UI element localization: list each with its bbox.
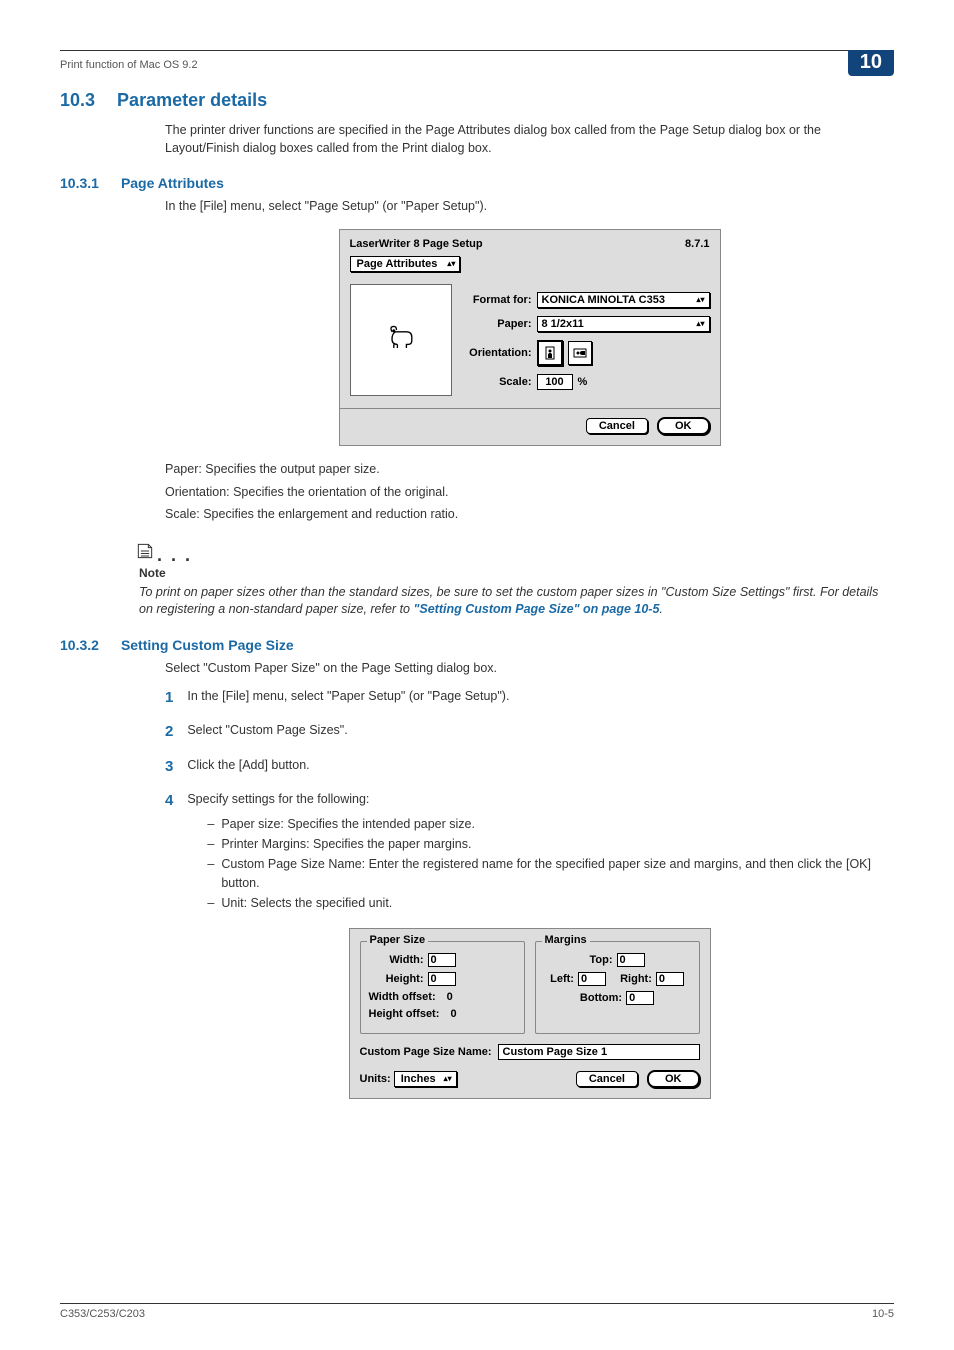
paper-select[interactable]: 8 1/2x11 ▴▾ (537, 316, 710, 332)
list-item: Printer Margins: Specifies the paper mar… (207, 835, 894, 853)
right-label: Right: (620, 973, 652, 985)
page-preview (350, 284, 452, 396)
step-text: Click the [Add] button. (187, 756, 894, 779)
dialog-version: 8.7.1 (685, 238, 709, 250)
height-input[interactable]: 0 (428, 972, 456, 986)
units-value: Inches (401, 1073, 436, 1085)
width-offset-value: 0 (447, 991, 453, 1003)
landscape-icon (573, 346, 587, 360)
chevron-updown-icon: ▴▾ (696, 296, 704, 304)
papersize-legend: Paper Size (367, 934, 429, 946)
cancel-button[interactable]: Cancel (586, 418, 648, 434)
paper-desc: Paper: Specifies the output paper size. (165, 460, 894, 478)
subsection-lead: Select "Custom Paper Size" on the Page S… (165, 659, 894, 677)
note-label: Note (139, 566, 894, 580)
cross-ref-link[interactable]: "Setting Custom Page Size" on page 10-5 (413, 602, 659, 616)
width-label: Width: (369, 954, 424, 966)
intro-text: The printer driver functions are specifi… (165, 121, 894, 157)
list-item: Custom Page Size Name: Enter the registe… (207, 855, 894, 891)
ok-button[interactable]: OK (647, 1070, 700, 1088)
orientation-landscape-button[interactable] (568, 341, 592, 365)
top-input[interactable]: 0 (617, 953, 645, 967)
list-item: Unit: Selects the specified unit. (207, 894, 894, 912)
custom-name-label: Custom Page Size Name: (360, 1046, 492, 1058)
step-text: In the [File] menu, select "Paper Setup"… (187, 687, 894, 710)
footer-model: C353/C253/C203 (60, 1308, 145, 1320)
width-input[interactable]: 0 (428, 953, 456, 967)
height-offset-value: 0 (450, 1008, 456, 1020)
cancel-button[interactable]: Cancel (576, 1071, 638, 1087)
portrait-icon (543, 346, 557, 360)
orientation-portrait-button[interactable] (537, 340, 563, 366)
list-item: Paper size: Specifies the intended paper… (207, 815, 894, 833)
section-title: Parameter details (117, 90, 267, 111)
subsection-lead: In the [File] menu, select "Page Setup" … (165, 197, 894, 215)
subsection-title: Setting Custom Page Size (121, 637, 294, 653)
step-number: 3 (165, 756, 173, 779)
page-setup-dialog: LaserWriter 8 Page Setup 8.7.1 Page Attr… (339, 229, 721, 446)
format-for-label: Format for: (460, 294, 532, 306)
custom-name-input[interactable]: Custom Page Size 1 (498, 1044, 700, 1060)
note-icon (135, 541, 155, 566)
paper-value: 8 1/2x11 (542, 318, 584, 330)
format-for-value: KONICA MINOLTA C353 (542, 294, 665, 306)
left-input[interactable]: 0 (578, 972, 606, 986)
scale-suffix: % (578, 376, 588, 388)
ok-button[interactable]: OK (657, 417, 710, 435)
custom-page-size-dialog: Paper Size Width: 0 Height: 0 Width offset… (349, 928, 711, 1099)
footer-page: 10-5 (872, 1308, 894, 1320)
orientation-desc: Orientation: Specifies the orientation o… (165, 483, 894, 501)
height-label: Height: (369, 973, 424, 985)
subsection-number: 10.3.1 (60, 175, 99, 191)
chevron-updown-icon: ▴▾ (447, 260, 455, 268)
subsection-title: Page Attributes (121, 175, 224, 191)
panel-select[interactable]: Page Attributes ▴▾ (350, 256, 461, 272)
section-number: 10.3 (60, 90, 95, 111)
step-number: 1 (165, 687, 173, 710)
top-label: Top: (589, 954, 612, 966)
paper-label: Paper: (460, 318, 532, 330)
units-select[interactable]: Inches ▴▾ (394, 1071, 457, 1087)
step-number: 4 (165, 790, 173, 913)
subsection-number: 10.3.2 (60, 637, 99, 653)
bottom-input[interactable]: 0 (626, 991, 654, 1005)
bottom-label: Bottom: (580, 992, 622, 1004)
dialog-title: LaserWriter 8 Page Setup (350, 238, 483, 250)
chevron-updown-icon: ▴▾ (444, 1075, 452, 1083)
right-input[interactable]: 0 (656, 972, 684, 986)
margins-legend: Margins (542, 934, 590, 946)
running-header: Print function of Mac OS 9.2 (60, 59, 198, 71)
step-number: 2 (165, 721, 173, 744)
scale-input[interactable]: 100 (537, 374, 573, 390)
width-offset-label: Width offset: (369, 991, 436, 1003)
scale-desc: Scale: Specifies the enlargement and red… (165, 505, 894, 523)
dogcow-icon (383, 321, 419, 360)
orientation-label: Orientation: (460, 347, 532, 359)
note-dots: . . . (157, 545, 192, 566)
panel-select-value: Page Attributes (357, 258, 438, 270)
chapter-badge: 10 (848, 50, 894, 76)
step-text: Specify settings for the following: (187, 792, 369, 806)
left-label: Left: (550, 973, 574, 985)
scale-label: Scale: (460, 376, 532, 388)
step-text: Select "Custom Page Sizes". (187, 721, 894, 744)
chevron-updown-icon: ▴▾ (696, 320, 704, 328)
height-offset-label: Height offset: (369, 1008, 440, 1020)
units-label: Units: (360, 1073, 391, 1085)
format-for-select[interactable]: KONICA MINOLTA C353 ▴▾ (537, 292, 710, 308)
note-text: To print on paper sizes other than the s… (139, 584, 894, 619)
